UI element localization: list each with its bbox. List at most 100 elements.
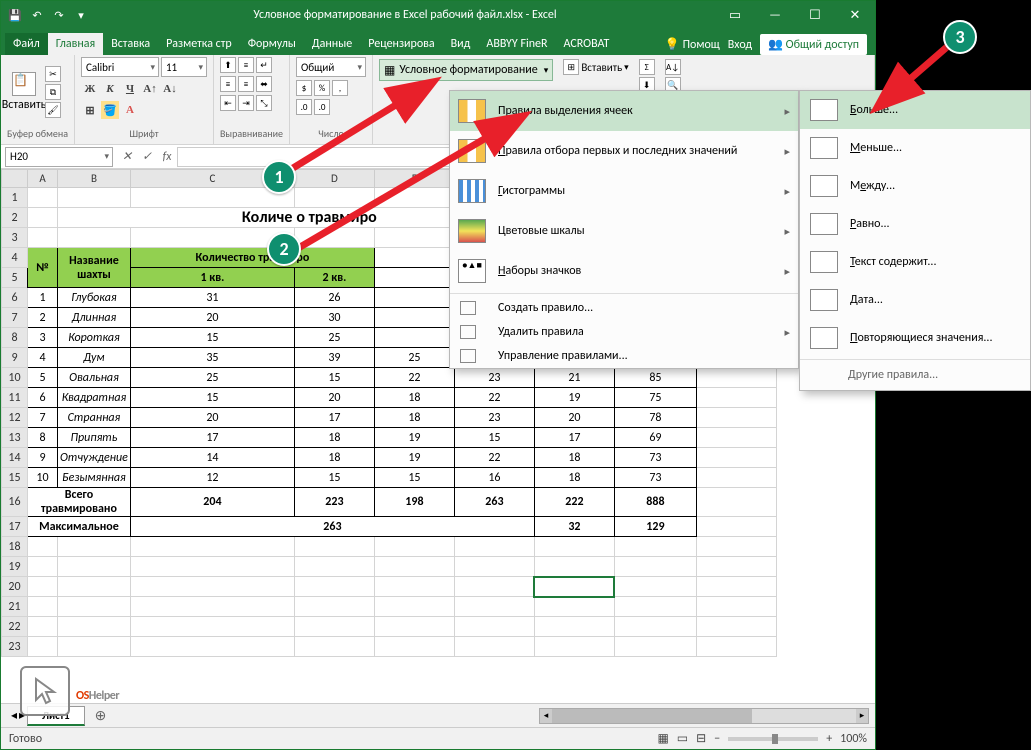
minimize-icon[interactable]: —: [755, 1, 795, 29]
merge-icon[interactable]: ⬌: [256, 76, 272, 92]
cursor-icon: [20, 666, 70, 716]
paste-button[interactable]: 📋 Вставить: [7, 57, 41, 127]
menu-icon-sets[interactable]: ●▲■Наборы значков: [450, 251, 798, 291]
conditional-formatting-button[interactable]: ▦ Условное форматирование: [379, 59, 553, 81]
font-size-combo[interactable]: 11: [161, 57, 207, 77]
currency-icon[interactable]: $: [296, 80, 312, 96]
topbottom-icon: [458, 139, 486, 163]
view-layout-icon[interactable]: ▭: [677, 731, 688, 746]
date-icon: [810, 289, 838, 311]
save-icon[interactable]: 💾: [7, 7, 23, 23]
insert-cells-icon[interactable]: ⊞: [563, 59, 579, 75]
tab-view[interactable]: Вид: [443, 33, 479, 55]
dec-decimal-icon[interactable]: .0: [314, 99, 330, 115]
sign-in[interactable]: Вход: [728, 38, 752, 52]
tab-data[interactable]: Данные: [304, 33, 360, 55]
menu-color-scales[interactable]: Цветовые шкалы: [450, 211, 798, 251]
tab-review[interactable]: Рецензирова: [360, 33, 442, 55]
group-clipboard: Буфер обмена: [7, 127, 68, 142]
comma-icon[interactable]: ,: [332, 80, 348, 96]
submenu-greater-than[interactable]: Больше...: [800, 91, 1030, 129]
percent-icon[interactable]: %: [314, 80, 330, 96]
zoom-level[interactable]: 100%: [840, 732, 867, 746]
enter-formula-icon[interactable]: ✓: [137, 149, 157, 164]
tab-home[interactable]: Главная: [48, 33, 103, 55]
tab-insert[interactable]: Вставка: [103, 33, 158, 55]
number-format-combo[interactable]: Общий: [296, 57, 366, 77]
tell-me[interactable]: 💡 Помощ: [665, 37, 720, 52]
horizontal-scrollbar[interactable]: ◂ ▸: [539, 708, 869, 724]
redo-icon[interactable]: ↷: [51, 7, 67, 23]
italic-button[interactable]: К: [101, 80, 119, 98]
eq-icon: [810, 213, 838, 235]
sheet-nav-prev-icon[interactable]: ◂: [11, 708, 17, 723]
submenu-less-than[interactable]: Меньше...: [800, 129, 1030, 167]
tab-file[interactable]: Файл: [5, 33, 48, 55]
databars-icon: [458, 179, 486, 203]
submenu-between[interactable]: Между...: [800, 167, 1030, 205]
font-color-icon[interactable]: A: [121, 101, 139, 119]
text-icon: [810, 251, 838, 273]
align-left-icon[interactable]: ≡: [220, 76, 236, 92]
undo-icon[interactable]: ↶: [29, 7, 45, 23]
grow-font-icon[interactable]: A↑: [141, 80, 159, 98]
bold-button[interactable]: Ж: [81, 80, 99, 98]
copy-icon[interactable]: ⧉: [45, 84, 61, 100]
menu-data-bars[interactable]: Гистограммы: [450, 171, 798, 211]
wrap-text-icon[interactable]: ↵: [256, 57, 272, 73]
align-center-icon[interactable]: ≡: [238, 76, 254, 92]
menu-new-rule[interactable]: Создать правило...: [450, 296, 798, 320]
zoom-slider[interactable]: [728, 737, 818, 741]
indent-inc-icon[interactable]: ⇥: [238, 95, 254, 111]
ribbon-opts-icon[interactable]: ▭: [715, 1, 755, 29]
insert-cells-label[interactable]: Вставить: [581, 61, 622, 74]
window-title: Условное форматирование в Excel рабочий …: [95, 8, 715, 22]
inc-decimal-icon[interactable]: .0: [296, 99, 312, 115]
menu-top-bottom-rules[interactable]: Правила отбора первых и последних значен…: [450, 131, 798, 171]
zoom-out-icon[interactable]: −: [714, 732, 720, 746]
ribbon-tabs: Файл Главная Вставка Разметка стр Формул…: [1, 29, 875, 55]
clear-rules-icon: [460, 325, 476, 339]
submenu-date[interactable]: Дата...: [800, 281, 1030, 319]
zoom-in-icon[interactable]: +: [826, 732, 832, 746]
gt-icon: [810, 99, 838, 121]
tab-formulas[interactable]: Формулы: [240, 33, 304, 55]
tab-layout[interactable]: Разметка стр: [158, 33, 240, 55]
maximize-icon[interactable]: ☐: [795, 1, 835, 29]
menu-highlight-rules[interactable]: Правила выделения ячеек: [450, 91, 798, 131]
orientation-icon[interactable]: ⤡: [256, 95, 272, 111]
format-painter-icon[interactable]: 🖌: [45, 102, 61, 118]
indent-dec-icon[interactable]: ⇤: [220, 95, 236, 111]
tab-acrobat[interactable]: ACROBAT: [556, 33, 618, 55]
autosum-icon[interactable]: Σ: [639, 59, 655, 75]
align-top-icon[interactable]: ⬆: [220, 57, 236, 73]
name-box[interactable]: H20: [5, 147, 113, 167]
submenu-equal-to[interactable]: Равно...: [800, 205, 1030, 243]
share-button[interactable]: 👥 Общий доступ: [760, 34, 867, 55]
font-name-combo[interactable]: Calibri: [81, 57, 159, 77]
lt-icon: [810, 137, 838, 159]
align-mid-icon[interactable]: ≡: [238, 57, 254, 73]
view-normal-icon[interactable]: ▦: [657, 731, 668, 746]
shrink-font-icon[interactable]: A↓: [161, 80, 179, 98]
submenu-more-rules[interactable]: Другие правила...: [800, 362, 1030, 390]
tab-abbyy[interactable]: ABBYY FineR: [478, 33, 555, 55]
view-break-icon[interactable]: ⊟: [696, 731, 706, 746]
underline-button[interactable]: Ч: [121, 80, 139, 98]
group-font: Шрифт: [81, 127, 207, 142]
highlight-icon: [458, 99, 486, 123]
sort-filter-icon[interactable]: A↓: [665, 59, 681, 75]
submenu-text-contains[interactable]: Текст содержит...: [800, 243, 1030, 281]
group-align: Выравнивание: [220, 127, 283, 142]
qa-more-icon[interactable]: ▾: [73, 7, 89, 23]
submenu-duplicate[interactable]: Повторяющиеся значения...: [800, 319, 1030, 357]
fx-icon[interactable]: fx: [157, 150, 177, 164]
border-icon[interactable]: ⊞: [81, 101, 99, 119]
menu-clear-rules[interactable]: Удалить правила▸: [450, 320, 798, 344]
cancel-formula-icon[interactable]: ✕: [117, 149, 137, 164]
cond-fmt-icon: ▦: [384, 63, 395, 78]
cut-icon[interactable]: ✂: [45, 66, 61, 82]
close-icon[interactable]: ✕: [835, 1, 875, 29]
menu-manage-rules[interactable]: Управление правилами...: [450, 344, 798, 368]
fill-color-icon[interactable]: 🪣: [101, 101, 119, 119]
